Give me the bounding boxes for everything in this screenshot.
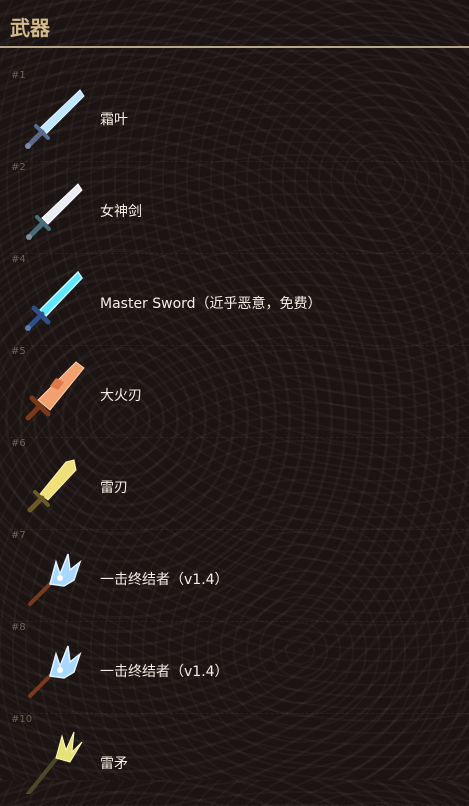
weapon-name: Master Sword（近乎恶意，免费） bbox=[100, 296, 322, 312]
one-hit-obliterator-icon bbox=[20, 632, 90, 702]
goddess-sword-icon bbox=[20, 172, 90, 242]
weapon-name: 雷刃 bbox=[100, 480, 128, 496]
weapon-item[interactable]: #8 一击终结者（v1.4） bbox=[0, 622, 469, 714]
weapon-item[interactable]: #5 大火刃 bbox=[0, 346, 469, 438]
weapon-name: 女神剑 bbox=[100, 204, 142, 220]
thunderspear-icon bbox=[20, 724, 90, 794]
weapon-item[interactable]: #4 Master Sword（近乎恶意，免费） bbox=[0, 254, 469, 346]
weapon-item[interactable]: #2 女神剑 bbox=[0, 162, 469, 254]
weapon-item[interactable]: #7 一击终结者（v1.4） bbox=[0, 530, 469, 622]
weapon-name: 霜叶 bbox=[100, 112, 128, 128]
weapon-name: 一击终结者（v1.4） bbox=[100, 664, 229, 680]
thunderblade-icon bbox=[20, 448, 90, 518]
weapon-item[interactable]: #10 雷矛 bbox=[0, 714, 469, 806]
master-sword-icon bbox=[20, 264, 90, 334]
great-flameblade-icon bbox=[20, 356, 90, 426]
weapon-name: 大火刃 bbox=[100, 388, 142, 404]
one-hit-obliterator-icon bbox=[20, 540, 90, 610]
weapon-item[interactable]: #1 霜叶 bbox=[0, 70, 469, 162]
weapon-item[interactable]: #6 雷刃 bbox=[0, 438, 469, 530]
frost-sword-icon bbox=[20, 80, 90, 150]
page-title: 武器 bbox=[10, 16, 50, 40]
section-header: 武器 bbox=[0, 0, 469, 48]
weapon-name: 一击终结者（v1.4） bbox=[100, 572, 229, 588]
weapon-name: 雷矛 bbox=[100, 756, 128, 772]
